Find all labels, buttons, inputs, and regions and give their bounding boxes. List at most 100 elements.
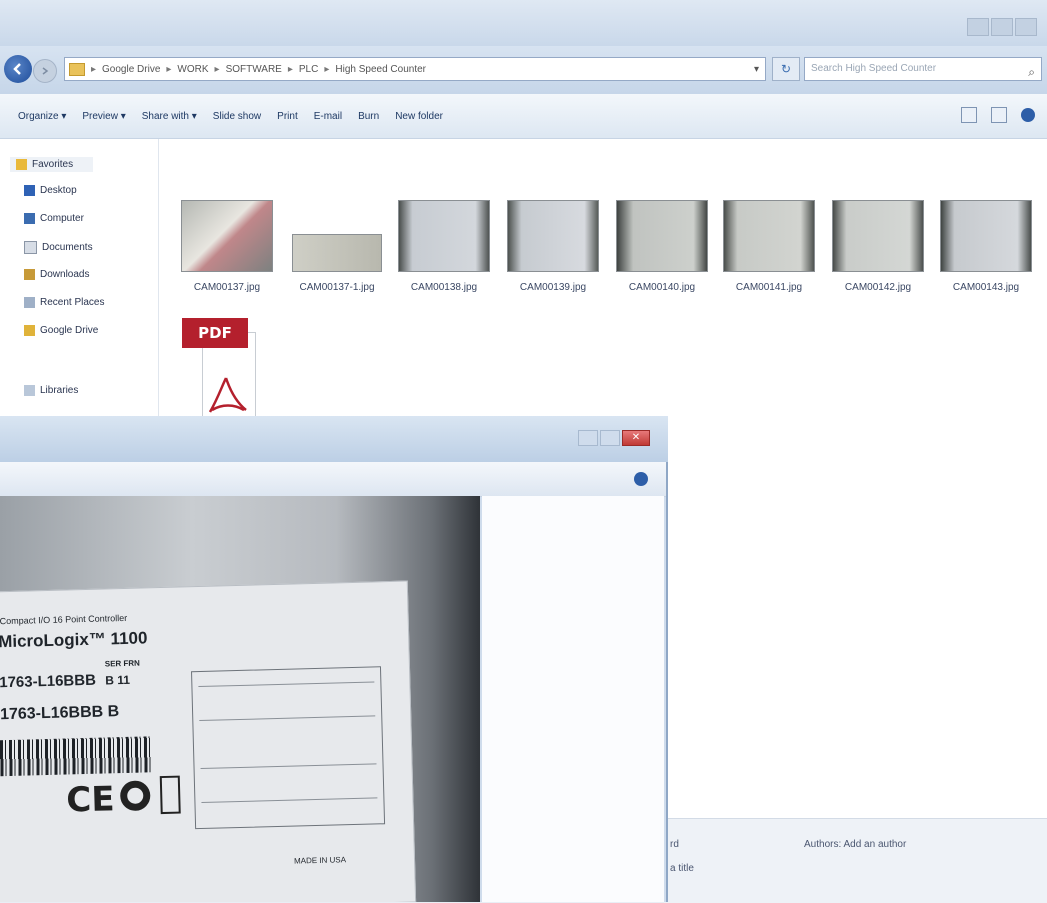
pdf-file-icon[interactable]: PDF (182, 318, 267, 420)
image-preview (292, 234, 382, 272)
sidebar-item-recent-places[interactable]: Recent Places (24, 297, 104, 308)
view-controls (961, 107, 1035, 123)
navigation-pane: Favorites Desktop Computer Documents Dow… (0, 139, 159, 419)
details-authors-field[interactable]: Authors: Add an author (804, 839, 906, 850)
email-button[interactable]: E-mail (314, 111, 342, 122)
folder-icon (69, 62, 85, 76)
file-thumbnail[interactable]: CAM00143.jpg (940, 200, 1032, 293)
burn-button[interactable]: Burn (358, 111, 379, 122)
search-input[interactable]: Search High Speed Counter ⌕ (804, 57, 1042, 81)
file-thumbnail[interactable]: CAM00137.jpg (181, 200, 273, 293)
viewer-maximize-button[interactable] (600, 430, 620, 446)
viewer-side-pane (482, 496, 664, 902)
desktop-icon (24, 185, 35, 196)
viewer-close-button[interactable]: ✕ (622, 430, 650, 446)
star-icon (16, 159, 27, 170)
address-bar[interactable]: ▸ Google Drive ▸ WORK ▸ SOFTWARE ▸ PLC ▸… (64, 57, 766, 81)
navigation-bar: ▸ Google Drive ▸ WORK ▸ SOFTWARE ▸ PLC ▸… (0, 46, 1047, 94)
label-line-controller: Compact I/O 16 Point Controller (0, 612, 128, 627)
breadcrumb-high-speed-counter[interactable]: High Speed Counter (335, 64, 426, 75)
forward-arrow-icon (42, 67, 49, 75)
breadcrumb-software[interactable]: SOFTWARE (226, 64, 282, 75)
search-icon[interactable]: ⌕ (1028, 61, 1035, 83)
explorer-title-bar[interactable] (0, 0, 1047, 46)
details-pane: rd a title Authors: Add an author (664, 818, 1047, 903)
viewer-help-icon[interactable] (634, 472, 648, 486)
file-name: CAM00141.jpg (735, 282, 803, 293)
file-thumbnail[interactable]: CAM00137-1.jpg (292, 200, 382, 293)
sidebar-item-label: Google Drive (40, 325, 99, 336)
forward-button[interactable] (33, 59, 57, 83)
image-preview (616, 200, 708, 272)
maximize-button[interactable] (991, 18, 1013, 36)
print-button[interactable]: Print (277, 111, 298, 122)
downloads-icon (24, 269, 35, 280)
sidebar-item-downloads[interactable]: Downloads (24, 269, 89, 280)
sidebar-item-libraries[interactable]: Libraries (24, 385, 78, 396)
label-line-product: MicroLogix™ 1100 (0, 628, 148, 652)
viewer-window-controls: ✕ (578, 430, 650, 446)
sidebar-item-label: Desktop (40, 185, 77, 196)
file-name: CAM00143.jpg (952, 282, 1020, 293)
sidebar-item-label: Favorites (32, 159, 74, 170)
back-arrow-icon (13, 63, 21, 75)
spec-box (191, 666, 386, 830)
sidebar-item-label: Computer (40, 213, 84, 224)
label-catalog: 1763-L16BBB (0, 671, 97, 692)
computer-icon (24, 213, 35, 224)
label-ser-header: SER FRN (104, 658, 141, 669)
new-folder-button[interactable]: New folder (395, 111, 443, 122)
sidebar-item-favorites[interactable]: Favorites (10, 157, 94, 172)
viewer-toolbar (0, 462, 666, 497)
sidebar-item-google-drive[interactable]: Google Drive (24, 325, 98, 336)
sidebar-item-documents[interactable]: Documents (24, 241, 93, 254)
organize-menu[interactable]: Organize ▾ (18, 111, 66, 122)
back-button[interactable] (4, 55, 32, 83)
breadcrumb-plc[interactable]: PLC (299, 64, 318, 75)
c-tick-icon (119, 780, 151, 812)
file-thumbnail[interactable]: CAM00142.jpg (832, 200, 924, 293)
breadcrumb-work[interactable]: WORK (177, 64, 208, 75)
image-preview (398, 200, 490, 272)
sidebar-item-desktop[interactable]: Desktop (24, 185, 77, 196)
file-thumbnail[interactable]: CAM00138.jpg (398, 200, 490, 293)
photo-viewer-window: ✕ Compact I/O 16 Point Controller MicroL… (0, 416, 668, 902)
change-view-icon[interactable] (961, 107, 977, 123)
label-ser-values: B 11 (105, 672, 131, 688)
file-thumbnail[interactable]: CAM00139.jpg (501, 138, 605, 302)
details-label: rd (670, 839, 679, 850)
acrobat-logo-icon (208, 377, 247, 413)
file-name: CAM00142.jpg (844, 282, 912, 293)
compliance-icon (159, 775, 181, 815)
sidebar-item-label: Recent Places (40, 297, 105, 308)
file-thumbnail[interactable]: CAM00140.jpg (616, 200, 708, 293)
minimize-button[interactable] (967, 18, 989, 36)
product-label: Compact I/O 16 Point Controller MicroLog… (0, 580, 417, 902)
preview-pane-icon[interactable] (991, 107, 1007, 123)
breadcrumb-google-drive[interactable]: Google Drive (102, 64, 160, 75)
sidebar-item-computer[interactable]: Computer (24, 213, 84, 224)
address-dropdown-icon[interactable]: ▾ (754, 64, 765, 75)
refresh-button[interactable]: ↻ (772, 57, 800, 81)
share-with-menu[interactable]: Share with ▾ (142, 111, 197, 122)
slide-show-button[interactable]: Slide show (213, 111, 261, 122)
google-drive-icon (24, 325, 35, 336)
help-icon[interactable] (1021, 108, 1035, 122)
sidebar-item-label: Downloads (40, 269, 90, 280)
barcode (0, 736, 152, 777)
image-preview (181, 200, 273, 272)
label-made-in: MADE IN USA (293, 855, 347, 866)
file-name: CAM00137.jpg (193, 282, 261, 293)
details-title-field[interactable]: a title (670, 863, 694, 874)
window-controls (967, 18, 1037, 36)
file-name: CAM00138.jpg (410, 282, 478, 293)
file-name: CAM00140.jpg (628, 282, 696, 293)
file-name: CAM00139.jpg (519, 282, 587, 293)
file-thumbnail[interactable]: CAM00141.jpg (723, 200, 815, 293)
viewer-minimize-button[interactable] (578, 430, 598, 446)
search-placeholder: Search High Speed Counter (811, 63, 937, 74)
viewer-title-bar[interactable]: ✕ (0, 416, 668, 462)
close-button[interactable] (1015, 18, 1037, 36)
label-id: 1763-L16BBB B (0, 703, 120, 724)
preview-menu[interactable]: Preview ▾ (82, 111, 125, 122)
